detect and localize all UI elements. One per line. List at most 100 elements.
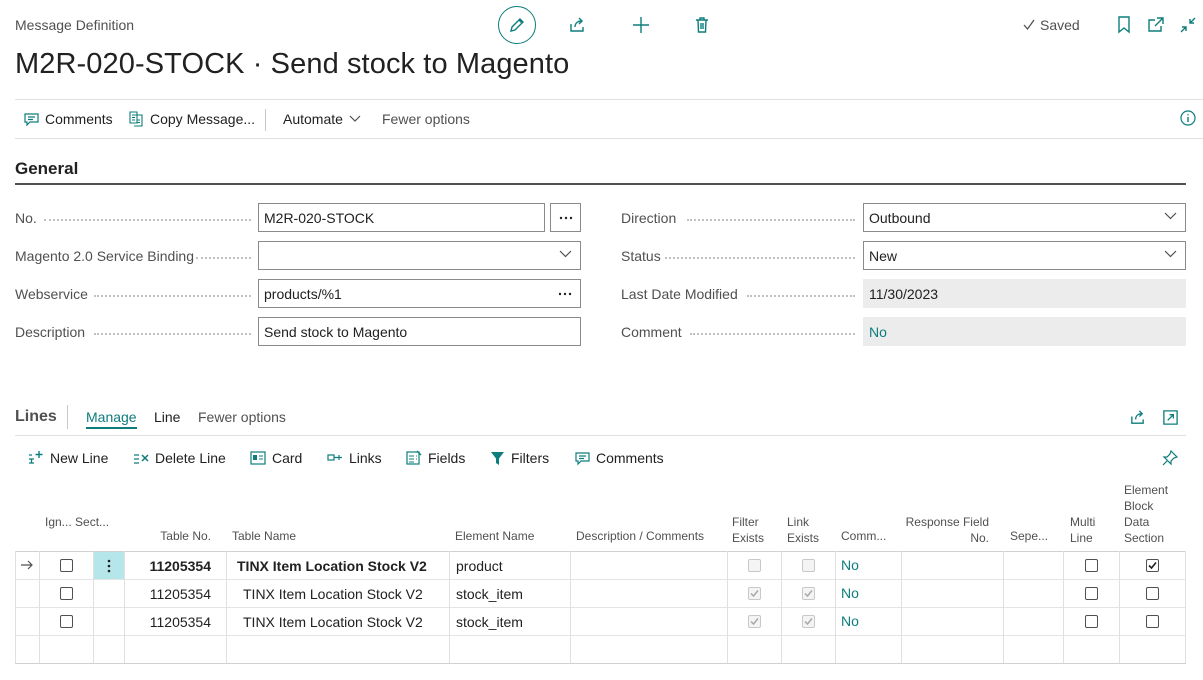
description-field[interactable]: Send stock to Magento (258, 317, 581, 346)
save-status: Saved (1022, 17, 1080, 33)
status-select[interactable]: New (863, 241, 1186, 270)
open-new-window-button[interactable] (1142, 11, 1170, 39)
row3-comment[interactable]: No (841, 613, 859, 629)
row3-filter-exists-checkbox (748, 615, 761, 628)
row2-table-name: TINX Item Location Stock V2 (243, 586, 423, 602)
lines-share-button[interactable] (1123, 403, 1151, 431)
last-modified-value: 11/30/2023 (863, 279, 1186, 308)
no-lookup-button[interactable] (550, 203, 581, 232)
card-button[interactable]: Card (250, 450, 302, 466)
row2-element-name[interactable]: stock_item (456, 586, 523, 602)
grid-col-line (124, 551, 125, 663)
webservice-field[interactable]: products/%1 (258, 279, 581, 308)
ellipsis-icon[interactable] (558, 292, 572, 296)
collapse-button[interactable] (1174, 11, 1202, 39)
row1-multi-line-checkbox[interactable] (1085, 559, 1098, 572)
row1-link-exists-checkbox (802, 559, 815, 572)
row1-menu-button[interactable] (94, 552, 124, 579)
no-label: No. (15, 210, 37, 226)
row3-element-block-checkbox[interactable] (1146, 615, 1159, 628)
col-link-exists[interactable]: Link Exists (787, 514, 827, 546)
row2-multi-line-checkbox[interactable] (1085, 587, 1098, 600)
tab-line[interactable]: Line (154, 409, 180, 425)
no-field[interactable]: M2R-020-STOCK (258, 203, 545, 232)
new-line-button[interactable]: New Line (28, 450, 108, 466)
lines-section-title: Lines (15, 408, 57, 425)
fewer-options-action[interactable]: Fewer options (382, 111, 470, 127)
pin-button[interactable] (1162, 450, 1178, 466)
card-icon (250, 451, 266, 465)
row3-element-name[interactable]: stock_item (456, 614, 523, 630)
no-leader (44, 219, 251, 221)
checkmark-icon (804, 618, 813, 626)
row1-element-block-checkbox[interactable] (1146, 559, 1159, 572)
tab-manage[interactable]: Manage (86, 409, 137, 429)
collapse-icon (1180, 17, 1196, 33)
row1-comment[interactable]: No (841, 557, 859, 573)
col-element-block[interactable]: Element Block Data Section (1124, 482, 1182, 546)
lines-tab-divider (15, 435, 1186, 436)
grid-row-line (15, 579, 1186, 580)
direction-select[interactable]: Outbound (863, 203, 1186, 232)
fields-label: Fields (428, 450, 466, 466)
col-table-name[interactable]: Table Name (232, 528, 296, 544)
col-comment[interactable]: Comm... (841, 528, 886, 544)
row2-element-block-checkbox[interactable] (1146, 587, 1159, 600)
new-button[interactable] (627, 11, 655, 39)
fields-button[interactable]: Fields (406, 450, 465, 466)
fields-icon (406, 450, 422, 465)
info-icon (1180, 110, 1196, 126)
comments-action[interactable]: Comments (24, 111, 113, 127)
col-description[interactable]: Description / Comments (576, 528, 704, 544)
service-binding-select[interactable] (258, 241, 581, 270)
saved-label: Saved (1040, 17, 1080, 33)
share-button[interactable] (563, 11, 591, 39)
card-label: Card (272, 450, 303, 466)
links-button[interactable]: Links (327, 450, 382, 466)
vertical-ellipsis-icon (107, 559, 111, 572)
row2-comment[interactable]: No (841, 585, 859, 601)
delete-button[interactable] (688, 11, 716, 39)
info-button[interactable] (1180, 110, 1196, 126)
tab-fewer-options[interactable]: Fewer options (198, 409, 286, 425)
row2-table-no[interactable]: 11205354 (130, 586, 211, 602)
general-divider (15, 183, 1186, 185)
copy-message-action[interactable]: Copy Message... (128, 111, 255, 127)
row1-ignore-checkbox[interactable] (60, 559, 73, 572)
bookmark-icon (1118, 16, 1130, 34)
delete-line-button[interactable]: Delete Line (133, 450, 226, 466)
lines-expand-button[interactable] (1156, 403, 1184, 431)
lines-comments-label: Comments (596, 450, 664, 466)
col-separator[interactable]: Sepe... (1010, 528, 1048, 544)
automate-menu[interactable]: Automate (283, 111, 361, 127)
row3-table-no[interactable]: 11205354 (130, 614, 211, 630)
row3-multi-line-checkbox[interactable] (1085, 615, 1098, 628)
lines-comments-button[interactable]: Comments (575, 450, 664, 466)
grid-col-line (1003, 551, 1004, 663)
row3-ignore-checkbox[interactable] (60, 615, 73, 628)
row1-table-no[interactable]: 11205354 (130, 558, 211, 574)
checkmark-icon (1148, 561, 1157, 570)
row2-link-exists-checkbox (802, 587, 815, 600)
comment-value[interactable]: No (863, 317, 1186, 346)
last-modified-label: Last Date Modified (621, 286, 738, 302)
col-ignore-section[interactable]: Ign... Sect... (45, 514, 109, 530)
col-filter-exists[interactable]: Filter Exists (732, 514, 772, 546)
col-multi-line[interactable]: Multi Line (1070, 514, 1110, 546)
filters-button[interactable]: Filters (490, 450, 549, 466)
chevron-down-icon (349, 115, 361, 122)
col-response-field[interactable]: Response Field No. (903, 514, 989, 546)
chevron-down-icon (1164, 250, 1177, 258)
row1-element-name[interactable]: product (456, 558, 503, 574)
edit-button[interactable] (498, 6, 536, 44)
checkmark-icon (804, 590, 813, 598)
row2-ignore-checkbox[interactable] (60, 587, 73, 600)
copy-document-icon (129, 111, 143, 127)
lines-divider (67, 405, 68, 429)
col-table-no[interactable]: Table No. (130, 528, 211, 544)
bookmark-button[interactable] (1110, 11, 1138, 39)
row1-filter-exists-checkbox (748, 559, 761, 572)
col-element-name[interactable]: Element Name (455, 528, 534, 544)
links-icon (327, 454, 342, 461)
links-label: Links (349, 450, 382, 466)
